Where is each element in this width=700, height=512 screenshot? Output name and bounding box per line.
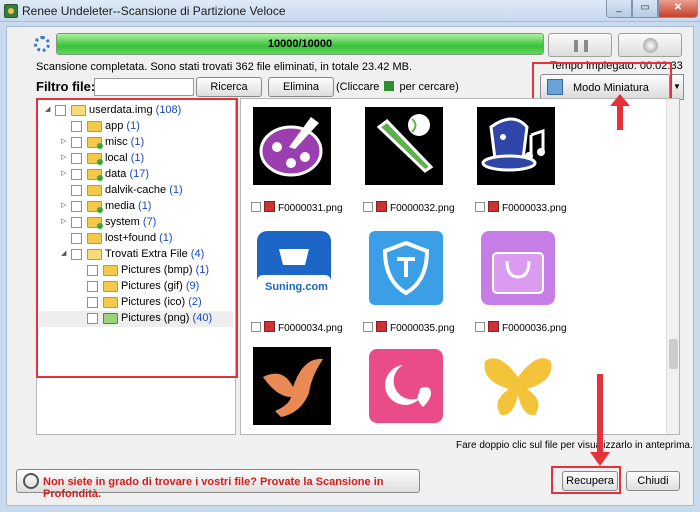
file-checkbox[interactable] [475, 202, 485, 212]
file-caption[interactable]: F0000033.png [475, 201, 567, 214]
scan-status: Scansione completata. Sono stati trovati… [36, 61, 413, 73]
thumbnail-F0000034[interactable]: Suning.com [255, 229, 333, 307]
thumbnail-butterfly[interactable] [479, 347, 557, 425]
arrow-down-icon [590, 374, 610, 466]
view-mode-dropdown[interactable]: ▼ [670, 74, 684, 100]
thumbnail-F0000035[interactable] [367, 229, 445, 307]
app-icon [4, 4, 18, 18]
scan-progress-bar: 10000/10000 [56, 33, 544, 55]
stop-icon [643, 38, 658, 53]
file-name: F0000033.png [502, 203, 567, 214]
file-checkbox[interactable] [251, 322, 261, 332]
hint-after: per cercare) [399, 81, 459, 93]
bird-icon [263, 358, 323, 417]
shield-icon [369, 231, 443, 305]
close-window-button[interactable]: ✕ [658, 0, 698, 18]
file-checkbox[interactable] [475, 322, 485, 332]
magnifier-icon [23, 473, 39, 489]
window-title: Renee Undeleter--Scansione di Partizione… [22, 4, 286, 18]
file-type-icon [488, 201, 499, 212]
file-caption[interactable]: F0000036.png [475, 321, 567, 334]
maximize-button[interactable]: ▭ [632, 0, 658, 18]
file-type-icon [488, 321, 499, 332]
filter-label: Filtro file: [36, 79, 96, 94]
deep-scan-button[interactable]: Non siete in grado di trovare i vostri f… [16, 469, 420, 500]
loading-spinner-icon [34, 36, 50, 52]
thumbnail-bird[interactable] [253, 347, 331, 425]
file-type-icon [376, 201, 387, 212]
file-caption[interactable]: F0000034.png [251, 321, 343, 334]
grid-scrollbar[interactable] [666, 99, 679, 434]
close-button[interactable]: Chiudi [626, 471, 680, 491]
search-glyph-icon [384, 81, 395, 91]
moon-heart-icon [369, 349, 443, 423]
search-hint: (Cliccare per cercare) [336, 81, 459, 93]
arrow-up-icon [610, 94, 630, 130]
title-bar: Renee Undeleter--Scansione di Partizione… [0, 0, 700, 22]
palette-icon [259, 117, 323, 177]
suning-logo-text: Suning.com [265, 281, 328, 293]
butterfly-icon [484, 358, 552, 416]
thumbnail-moon-heart[interactable] [367, 347, 445, 425]
progress-text: 10000/10000 [267, 38, 333, 50]
thumbnail-F0000036[interactable] [479, 229, 557, 307]
search-button[interactable]: Ricerca [196, 77, 262, 97]
highlight-box-tree [36, 98, 238, 378]
pause-button[interactable] [548, 33, 612, 57]
shopping-bag-icon [481, 231, 555, 305]
minimize-button[interactable]: _ [606, 0, 632, 18]
file-checkbox[interactable] [363, 202, 373, 212]
file-caption[interactable]: F0000035.png [363, 321, 455, 334]
baseball-bat-icon [376, 114, 434, 173]
file-type-icon [264, 321, 275, 332]
file-checkbox[interactable] [363, 322, 373, 332]
file-name: F0000036.png [502, 323, 567, 334]
file-thumbnail-grid[interactable]: F0000031.png F0000032.png F0000033.png S… [240, 98, 680, 435]
file-type-icon [376, 321, 387, 332]
file-caption[interactable]: F0000031.png [251, 201, 343, 214]
thumbnail-F0000032[interactable] [365, 107, 443, 185]
pause-icon [574, 40, 578, 52]
file-checkbox[interactable] [251, 202, 261, 212]
file-type-icon [264, 201, 275, 212]
preview-hint: Fare doppio clic sul file per visualizza… [456, 440, 693, 451]
file-name: F0000035.png [390, 323, 455, 334]
highlight-box-recover [551, 466, 621, 494]
stop-button[interactable] [618, 33, 682, 57]
file-name: F0000034.png [278, 323, 343, 334]
delete-button[interactable]: Elimina [268, 77, 334, 97]
thumbnail-F0000033[interactable] [477, 107, 555, 185]
deep-scan-text: Non siete in grado di trovare i vostri f… [43, 476, 384, 500]
hint-before: (Cliccare [336, 81, 380, 93]
file-caption[interactable]: F0000032.png [363, 201, 455, 214]
magic-hat-music-icon [481, 117, 545, 172]
file-name: F0000032.png [390, 203, 455, 214]
file-name: F0000031.png [278, 203, 343, 214]
pause-icon-bar [584, 40, 588, 52]
suning-cart-icon [257, 231, 331, 305]
filter-input[interactable] [94, 78, 194, 96]
thumbnail-F0000031[interactable] [253, 107, 331, 185]
scroll-thumb[interactable] [669, 339, 678, 369]
